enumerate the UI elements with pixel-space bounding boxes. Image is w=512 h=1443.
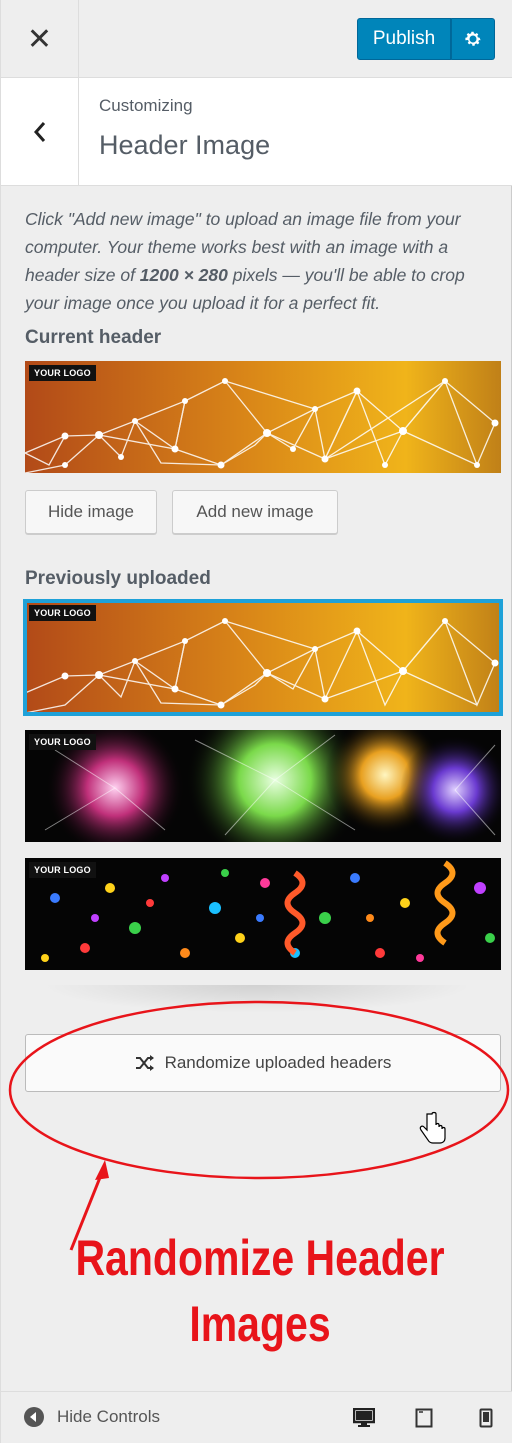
customizer-header: ✕ Publish [1, 0, 512, 78]
preview-mobile-button[interactable] [479, 1408, 493, 1433]
logo-placeholder: YOUR LOGO [29, 365, 96, 381]
logo-placeholder: YOUR LOGO [29, 734, 96, 750]
callout-line-1: Randomize Header [75, 1230, 445, 1286]
uploaded-header-1[interactable]: YOUR LOGO [23, 599, 503, 716]
customizer-footer: Hide Controls [1, 1391, 512, 1443]
customizer-panel: ✕ Publish Customizing Header Image Click… [0, 0, 512, 1443]
close-button[interactable]: ✕ [1, 0, 79, 78]
callout-line-2: Images [189, 1296, 331, 1352]
publish-settings-button[interactable] [451, 18, 495, 60]
fireworks-banner-art [25, 730, 501, 842]
callout-text: Randomize Header Images [67, 1225, 452, 1357]
publish-button[interactable]: Publish [357, 18, 451, 60]
randomize-headers-button[interactable]: Randomize uploaded headers [25, 1034, 501, 1092]
shuffle-icon [135, 1055, 154, 1071]
preview-desktop-button[interactable] [352, 1407, 376, 1433]
section-header: Customizing Header Image [1, 78, 512, 186]
add-new-image-button[interactable]: Add new image [172, 490, 338, 534]
logo-placeholder: YOUR LOGO [29, 862, 96, 878]
preview-tablet-button[interactable] [415, 1408, 433, 1433]
desktop-icon [352, 1407, 376, 1427]
confetti-banner-art [25, 858, 501, 970]
current-header-label: Current header [25, 327, 162, 348]
breadcrumb: Customizing [99, 96, 193, 115]
uploaded-header-3[interactable]: YOUR LOGO [25, 858, 501, 970]
logo-placeholder: YOUR LOGO [29, 605, 96, 621]
collapse-icon [24, 1407, 44, 1427]
section-title: Header Image [99, 130, 271, 160]
current-header-image: YOUR LOGO [25, 361, 501, 473]
randomize-label: Randomize uploaded headers [164, 1053, 392, 1072]
hide-image-button[interactable]: Hide image [25, 490, 157, 534]
close-icon: ✕ [26, 22, 53, 56]
back-button[interactable] [1, 78, 79, 186]
publish-group: Publish [357, 18, 495, 60]
tablet-icon [415, 1408, 433, 1428]
hide-controls-label: Hide Controls [57, 1407, 160, 1426]
mobile-icon [479, 1408, 493, 1428]
hide-controls-button[interactable]: Hide Controls [23, 1406, 160, 1428]
network-banner-art [25, 361, 501, 473]
chevron-left-icon [33, 122, 45, 142]
description-size: 1200 × 280 [139, 265, 228, 285]
header-image-description: Click "Add new image" to upload an image… [25, 205, 503, 317]
network-banner-art [25, 601, 501, 714]
uploaded-header-2[interactable]: YOUR LOGO [25, 730, 501, 842]
gear-icon [465, 31, 481, 46]
previously-uploaded-label: Previously uploaded [25, 568, 211, 589]
section-separator [41, 985, 473, 1013]
